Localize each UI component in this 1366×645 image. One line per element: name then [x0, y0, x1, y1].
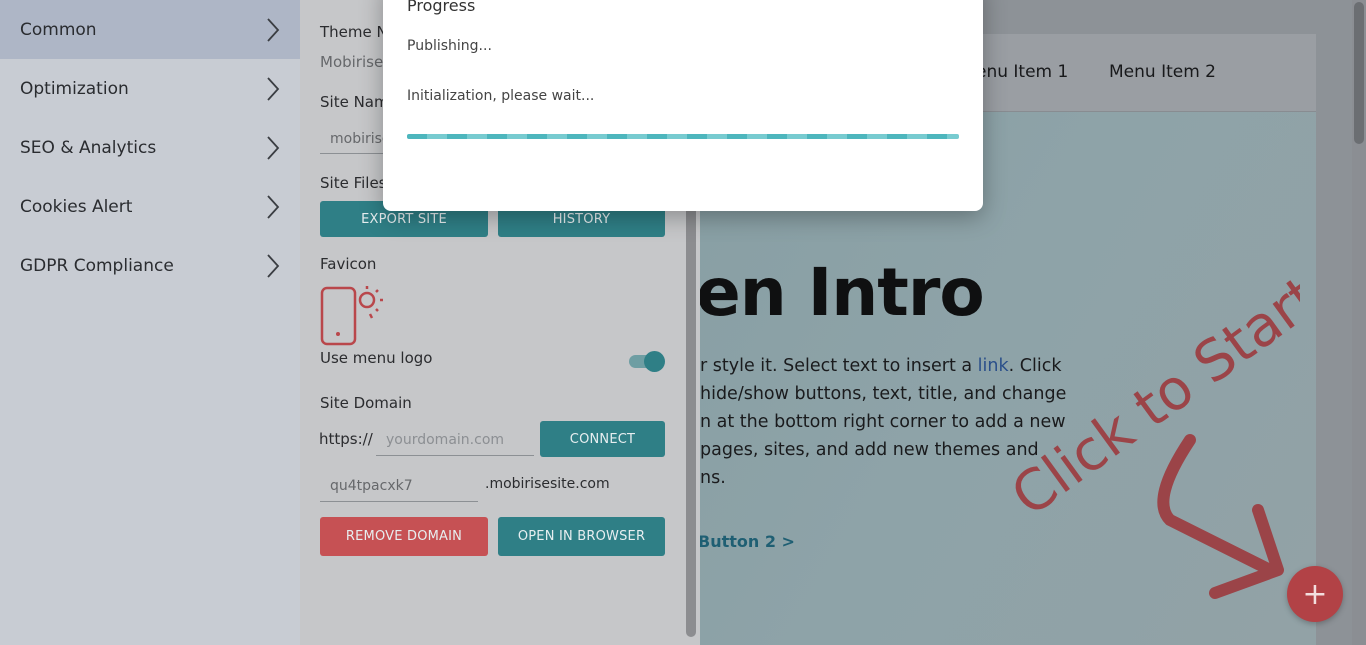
progress-dialog: Progress Publishing... Initialization, p…	[383, 0, 983, 211]
preview-scrollbar[interactable]	[1352, 0, 1366, 645]
sidebar-item-gdpr-compliance[interactable]: GDPR Compliance	[0, 236, 300, 295]
use-menu-logo-label: Use menu logo	[320, 349, 433, 367]
sidebar-item-optimization[interactable]: Optimization	[0, 59, 300, 118]
domain-prefix: https://	[319, 430, 373, 448]
progress-bar	[407, 134, 959, 139]
open-in-browser-button[interactable]: OPEN IN BROWSER	[498, 517, 665, 556]
chevron-right-icon	[260, 17, 286, 43]
hero-title[interactable]: en Intro	[700, 254, 985, 331]
subdomain-input[interactable]	[320, 470, 478, 502]
hero-button-2[interactable]: Button 2 >	[700, 532, 795, 551]
remove-domain-button[interactable]: REMOVE DOMAIN	[320, 517, 488, 556]
dialog-title: Progress	[407, 0, 476, 15]
chevron-right-icon	[260, 135, 286, 161]
theme-name-label: Theme N	[320, 23, 388, 41]
sidebar-item-label: Common	[20, 19, 97, 40]
chevron-right-icon	[260, 253, 286, 279]
dialog-detail: Initialization, please wait...	[407, 88, 595, 104]
theme-name-value: Mobirise	[320, 53, 384, 71]
connect-button[interactable]: CONNECT	[540, 421, 665, 457]
settings-sidebar: Common Optimization SEO & Analytics Cook…	[0, 0, 300, 645]
site-name-label: Site Nam	[320, 93, 389, 111]
sidebar-item-label: Cookies Alert	[20, 196, 133, 217]
sidebar-item-label: Optimization	[20, 78, 129, 99]
hero-text-line[interactable]: pages, sites, and add new themes and	[700, 440, 1039, 460]
arrow-icon	[1157, 434, 1276, 576]
use-menu-logo-toggle[interactable]	[629, 350, 665, 372]
nav-menu-item-2[interactable]: Menu Item 2	[1109, 62, 1216, 82]
click-to-start-annotation: Click to Start	[1000, 270, 1300, 599]
sidebar-item-label: SEO & Analytics	[20, 137, 157, 158]
sidebar-item-common[interactable]: Common	[0, 0, 300, 59]
chevron-right-icon	[260, 76, 286, 102]
site-domain-label: Site Domain	[320, 394, 412, 412]
sidebar-item-label: GDPR Compliance	[20, 255, 174, 276]
preview-scrollbar-thumb[interactable]	[1354, 2, 1364, 144]
subdomain-suffix: .mobirisesite.com	[485, 476, 610, 492]
add-block-button[interactable]: +	[1287, 566, 1343, 622]
sidebar-item-cookies-alert[interactable]: Cookies Alert	[0, 177, 300, 236]
favicon-label: Favicon	[320, 255, 377, 273]
domain-input[interactable]	[376, 424, 534, 456]
dialog-status: Publishing...	[407, 38, 492, 54]
click-to-start-text: Click to Start	[1000, 270, 1300, 529]
site-files-label: Site Files	[320, 174, 387, 192]
chevron-right-icon	[260, 194, 286, 220]
hero-text-fragment: r style it. Select text to insert a	[700, 356, 978, 376]
plus-icon: +	[1302, 576, 1328, 612]
favicon-icon[interactable]	[320, 284, 384, 350]
hero-text-line[interactable]: ns.	[700, 468, 726, 488]
sidebar-item-seo-analytics[interactable]: SEO & Analytics	[0, 118, 300, 177]
nav-menu-item-1[interactable]: enu Item 1	[976, 62, 1068, 82]
